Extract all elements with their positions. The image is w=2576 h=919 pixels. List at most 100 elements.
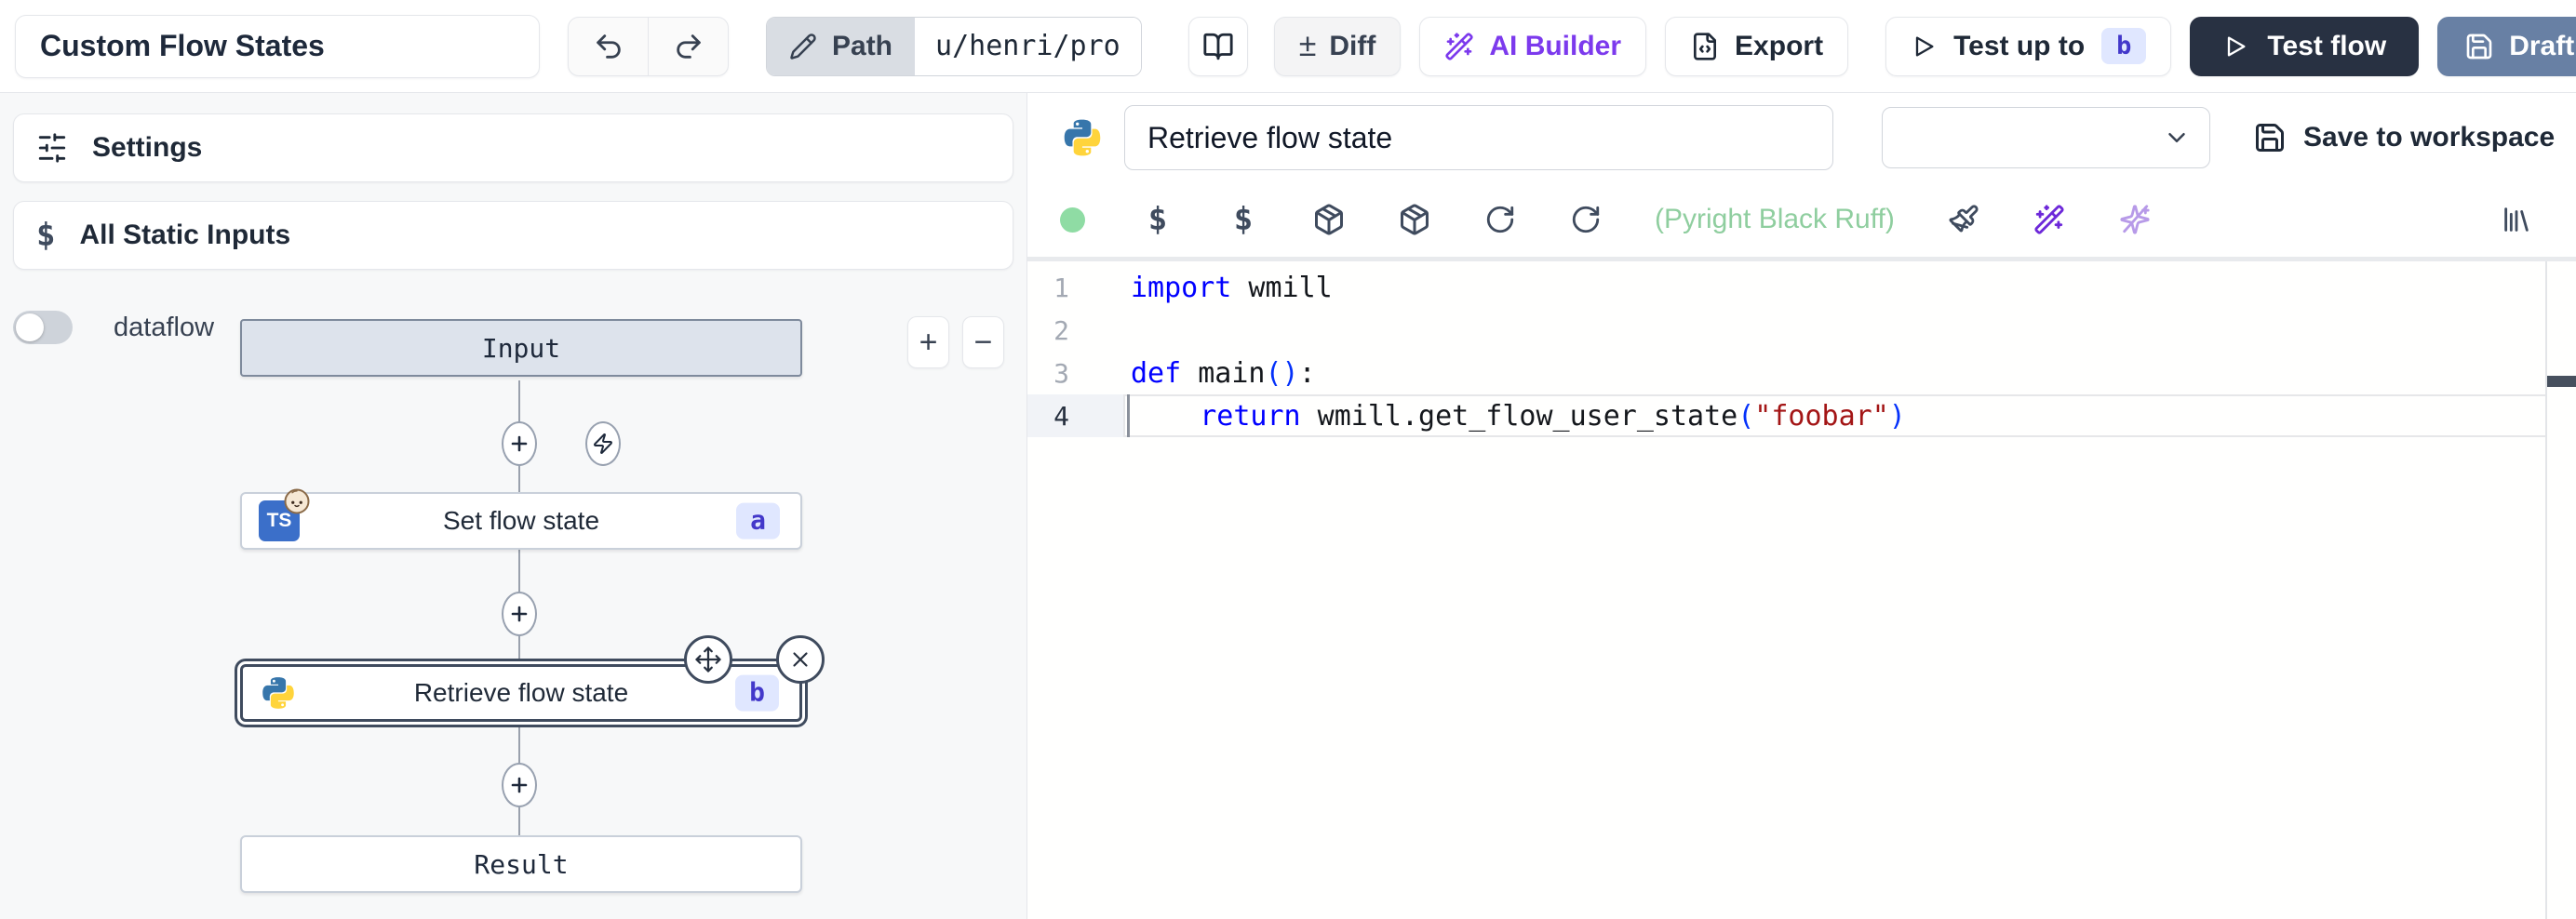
plus-minus-icon: ± — [1299, 28, 1317, 64]
code-token — [1133, 400, 1200, 433]
language-select[interactable] — [1882, 107, 2210, 168]
save-icon — [2464, 32, 2494, 61]
code-assistants-label: (Pyright Black Ruff) — [1655, 204, 1895, 235]
dollar-icon: $ — [36, 217, 55, 254]
test-up-to-label: Test up to — [1953, 31, 2085, 62]
insert-step-button[interactable] — [502, 421, 537, 466]
code-token: main — [1181, 357, 1265, 390]
book-icon — [1202, 31, 1234, 62]
dataflow-toggle[interactable] — [13, 311, 73, 344]
zoom-out-button[interactable]: − — [962, 316, 1004, 368]
move-node-button[interactable] — [684, 635, 732, 684]
dataflow-toggle-group: dataflow — [13, 311, 214, 344]
set-flow-state-label: Set flow state — [443, 506, 599, 536]
code-editor[interactable]: 1import wmill23def main():4 return wmill… — [1027, 257, 2576, 919]
test-flow-button[interactable]: Test flow — [2190, 17, 2419, 76]
code-row: 2 — [1027, 309, 2576, 352]
draft-label: Draft — [2509, 31, 2574, 62]
code-token: ) — [1889, 400, 1906, 433]
insert-step-button[interactable] — [502, 592, 537, 636]
input-node-label: Input — [482, 333, 560, 364]
diff-label: Diff — [1329, 31, 1375, 62]
bun-icon — [283, 487, 311, 515]
code-line[interactable]: return wmill.get_flow_user_state("foobar… — [1123, 394, 2547, 437]
code-line[interactable] — [1123, 309, 2547, 352]
typescript-icon: TS — [259, 500, 300, 541]
static-inputs-label: All Static Inputs — [79, 220, 290, 251]
export-icon — [1690, 32, 1720, 61]
step-id-badge: a — [736, 503, 780, 539]
undo-button[interactable] — [569, 18, 648, 75]
library-button[interactable] — [2500, 204, 2533, 235]
result-node-label: Result — [474, 849, 568, 880]
dataflow-label: dataflow — [114, 313, 214, 343]
save-draft-button[interactable]: Draft ⌘S — [2437, 17, 2576, 76]
code-row: 4 return wmill.get_flow_user_state("foob… — [1027, 394, 2576, 437]
code-token: wmill.get_flow_user_state — [1301, 400, 1738, 433]
redo-button[interactable] — [649, 18, 728, 75]
input-node[interactable]: Input — [240, 319, 802, 377]
paintbrush-icon — [1948, 204, 1979, 235]
python-icon — [1061, 116, 1104, 159]
chevron-down-icon — [2163, 124, 2191, 152]
result-node[interactable]: Result — [240, 835, 802, 893]
resources-button[interactable]: $ — [1227, 201, 1260, 238]
ai-assist-button[interactable] — [2033, 204, 2066, 235]
flow-panel-header: Settings $ All Static Inputs — [0, 93, 1026, 288]
code-line[interactable]: import wmill — [1123, 266, 2547, 309]
path-edit-segment[interactable]: Path — [767, 18, 915, 75]
step-name-input[interactable] — [1124, 105, 1833, 170]
step-editor-panel: Save to workspace $ $ (Pyright Black Ruf… — [1027, 93, 2576, 919]
insert-step-button[interactable] — [502, 763, 537, 807]
play-icon — [1911, 33, 1937, 60]
redo-icon — [673, 31, 704, 62]
code-token: def — [1131, 357, 1181, 390]
zoom-in-button[interactable]: + — [907, 316, 949, 368]
format-code-button[interactable] — [1947, 204, 1980, 235]
line-number: 1 — [1027, 266, 1123, 309]
package-button[interactable] — [1312, 203, 1346, 236]
graph-zoom-controls: + − — [907, 316, 1004, 368]
docs-button[interactable] — [1188, 17, 1248, 76]
path-control[interactable]: Path u/henri/pro — [766, 17, 1142, 76]
settings-card[interactable]: Settings — [13, 113, 1013, 182]
status-indicator — [1055, 207, 1089, 233]
settings-icon — [36, 132, 68, 164]
play-icon — [2222, 33, 2248, 60]
save-to-workspace-label: Save to workspace — [2303, 122, 2555, 153]
scrollbar-cursor-mark[interactable] — [2547, 376, 2576, 387]
test-flow-label: Test flow — [2267, 31, 2386, 62]
lightning-icon — [592, 433, 614, 455]
flow-title-input[interactable] — [15, 15, 540, 78]
editor-toolbar: $ $ (Pyright Black Ruff) — [1027, 182, 2576, 257]
code-token: : — [1299, 357, 1316, 390]
test-up-to-button[interactable]: Test up to b — [1885, 17, 2171, 76]
plus-icon — [508, 774, 530, 796]
reload-button[interactable] — [1483, 204, 1517, 235]
export-label: Export — [1735, 31, 1823, 62]
top-toolbar: Path u/henri/pro ± Diff AI Builder Expor… — [0, 0, 2576, 93]
flow-graph: dataflow + − Input TS Set flow state — [0, 288, 1026, 919]
code-token: return — [1200, 400, 1300, 433]
minimap-divider — [2545, 261, 2547, 919]
flow-panel: Settings $ All Static Inputs dataflow + … — [0, 93, 1027, 919]
export-button[interactable]: Export — [1665, 17, 1848, 76]
code-line[interactable]: def main(): — [1123, 352, 2547, 394]
code-token: import — [1131, 272, 1231, 304]
save-icon — [2253, 121, 2287, 154]
package-button[interactable] — [1398, 203, 1431, 236]
undo-icon — [593, 31, 624, 62]
ai-autocomplete-button[interactable] — [2118, 204, 2152, 235]
delete-node-button[interactable] — [776, 635, 825, 684]
save-to-workspace-button[interactable]: Save to workspace — [2253, 121, 2555, 154]
variables-button[interactable]: $ — [1141, 201, 1174, 238]
diff-button[interactable]: ± Diff — [1274, 17, 1402, 76]
static-inputs-card[interactable]: $ All Static Inputs — [13, 201, 1013, 270]
set-flow-state-node[interactable]: TS Set flow state a — [240, 492, 802, 550]
reload-button[interactable] — [1569, 204, 1603, 235]
add-trigger-button[interactable] — [585, 421, 621, 466]
refresh-icon — [1570, 204, 1602, 235]
ai-builder-button[interactable]: AI Builder — [1419, 17, 1646, 76]
path-value[interactable]: u/henri/pro — [915, 18, 1141, 75]
sparkles-icon — [2119, 204, 2151, 235]
